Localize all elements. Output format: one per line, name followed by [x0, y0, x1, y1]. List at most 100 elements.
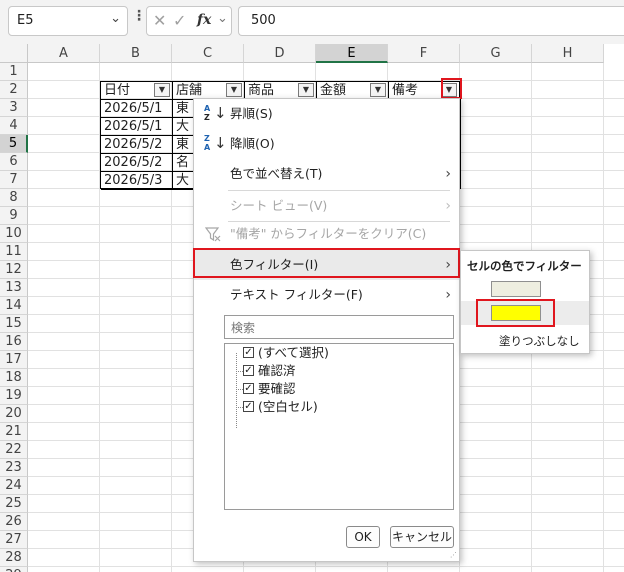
row-header[interactable]: 17 — [0, 351, 28, 369]
row-header[interactable]: 26 — [0, 513, 28, 531]
tree-line — [236, 371, 243, 372]
table-cell-store[interactable]: 東 — [173, 100, 195, 118]
row-header[interactable]: 12 — [0, 261, 28, 279]
column-header[interactable]: C — [172, 44, 244, 63]
row-header[interactable]: 28 — [0, 549, 28, 567]
table-cell-date[interactable]: 2026/5/2 — [101, 136, 173, 154]
filter-dropdown-icon[interactable]: ▼ — [226, 83, 242, 97]
filter-menu: A Z ↓ 昇順(S) Z A ↓ 降順(O) 色で並べ替え(T) › シート … — [193, 98, 460, 562]
select-all-corner[interactable] — [0, 44, 28, 63]
row-header[interactable]: 19 — [0, 387, 28, 405]
row-header[interactable]: 21 — [0, 423, 28, 441]
table-header-label: 日付 — [104, 83, 131, 98]
table-cell-date[interactable]: 2026/5/1 — [101, 118, 173, 136]
cancel-button[interactable]: キャンセル — [390, 526, 454, 548]
sort-icon-letter: A — [204, 104, 211, 113]
column-header[interactable]: D — [244, 44, 316, 63]
checkbox-checked-icon[interactable]: ✓ — [243, 347, 254, 358]
row-header[interactable]: 5 — [0, 135, 28, 153]
row-header[interactable]: 8 — [0, 189, 28, 207]
row-header[interactable]: 1 — [0, 63, 28, 81]
no-fill-option[interactable]: 塗りつぶしなし — [499, 333, 580, 349]
clear-filter-icon — [205, 227, 221, 242]
sheet-view-item[interactable]: シート ビュー(V) › — [194, 191, 459, 221]
chevron-right-icon: › — [445, 198, 451, 214]
column-header[interactable]: B — [100, 44, 172, 63]
sheet-view-label: シート ビュー(V) — [230, 198, 328, 213]
highlight-filter-button — [441, 78, 462, 99]
table-cell-date[interactable]: 2026/5/3 — [101, 172, 173, 190]
cancel-icon[interactable]: ✕ — [153, 11, 166, 30]
row-header[interactable]: 23 — [0, 459, 28, 477]
more-options-icon[interactable]: ⋮ — [132, 8, 146, 24]
row-header[interactable]: 3 — [0, 99, 28, 117]
sort-by-color-item[interactable]: 色で並べ替え(T) › — [194, 159, 459, 189]
filter-search-input[interactable]: 検索 — [224, 315, 454, 339]
row-header[interactable]: 22 — [0, 441, 28, 459]
row-header[interactable]: 25 — [0, 495, 28, 513]
resize-grip-icon[interactable]: ⋰ — [450, 551, 457, 559]
formula-value: 500 — [251, 13, 276, 28]
column-header[interactable]: F — [388, 44, 460, 63]
filter-dropdown-icon[interactable]: ▼ — [370, 83, 386, 97]
row-header[interactable]: 2 — [0, 81, 28, 99]
sort-icon-arrow: ↓ — [214, 134, 227, 152]
row-header[interactable]: 9 — [0, 207, 28, 225]
row-header[interactable]: 6 — [0, 153, 28, 171]
table-cell-store[interactable]: 大 — [173, 172, 195, 190]
text-filter-item[interactable]: テキスト フィルター(F) › — [194, 280, 459, 310]
enter-icon[interactable]: ✓ — [173, 11, 186, 30]
sort-descending-label: 降順(O) — [230, 136, 275, 151]
name-box[interactable]: E5 ⌄ — [8, 6, 128, 36]
row-header[interactable]: 10 — [0, 225, 28, 243]
row-header[interactable]: 11 — [0, 243, 28, 261]
filter-item-label: (空白セル) — [258, 399, 318, 414]
highlight-color-filter — [193, 248, 460, 278]
row-header[interactable]: 29 — [0, 567, 28, 572]
row-header[interactable]: 14 — [0, 297, 28, 315]
row-header[interactable]: 20 — [0, 405, 28, 423]
column-header[interactable]: E — [316, 44, 388, 63]
color-swatch-beige[interactable] — [491, 281, 541, 297]
row-header[interactable]: 27 — [0, 531, 28, 549]
table-header-label: 備考 — [392, 83, 419, 98]
tree-line — [236, 407, 243, 408]
insert-function-icon[interactable]: fx — [197, 12, 211, 28]
clear-filter-item[interactable]: "備考" からフィルターをクリア(C) — [194, 219, 459, 249]
chevron-right-icon: › — [445, 166, 451, 182]
column-header[interactable]: H — [532, 44, 604, 63]
formula-input[interactable]: 500 — [238, 6, 624, 36]
chevron-down-icon[interactable]: ⌄ — [217, 11, 228, 26]
clear-filter-label: "備考" からフィルターをクリア(C) — [230, 226, 427, 241]
checkbox-checked-icon[interactable]: ✓ — [243, 365, 254, 376]
name-box-value: E5 — [17, 13, 34, 28]
ok-button[interactable]: OK — [346, 526, 380, 548]
chevron-down-icon[interactable]: ⌄ — [110, 11, 121, 26]
table-cell-store[interactable]: 大 — [173, 118, 195, 136]
checkbox-checked-icon[interactable]: ✓ — [243, 383, 254, 394]
sort-descending-item[interactable]: Z A ↓ 降順(O) — [194, 129, 459, 159]
table-cell-store[interactable]: 名 — [173, 154, 195, 172]
sort-ascending-label: 昇順(S) — [230, 106, 273, 121]
table-cell-date[interactable]: 2026/5/2 — [101, 154, 173, 172]
tree-line — [236, 353, 237, 428]
row-header[interactable]: 24 — [0, 477, 28, 495]
row-header[interactable]: 16 — [0, 333, 28, 351]
checkbox-checked-icon[interactable]: ✓ — [243, 401, 254, 412]
sort-ascending-item[interactable]: A Z ↓ 昇順(S) — [194, 99, 459, 129]
row-header[interactable]: 18 — [0, 369, 28, 387]
filter-dropdown-icon[interactable]: ▼ — [154, 83, 170, 97]
filter-dropdown-icon[interactable]: ▼ — [298, 83, 314, 97]
table-cell-date[interactable]: 2026/5/1 — [101, 100, 173, 118]
row-header[interactable]: 7 — [0, 171, 28, 189]
column-header[interactable]: G — [460, 44, 532, 63]
sort-icon-letter: Z — [204, 113, 210, 122]
row-header[interactable]: 4 — [0, 117, 28, 135]
filter-values-list[interactable]: ✓ (すべて選択) ✓ 確認済 ✓ 要確認 ✓ (空白セル) — [224, 343, 454, 510]
filter-item-label: 要確認 — [258, 381, 296, 396]
table-header-label: 金額 — [320, 83, 347, 98]
column-header[interactable]: A — [28, 44, 100, 63]
row-header[interactable]: 13 — [0, 279, 28, 297]
table-cell-store[interactable]: 東 — [173, 136, 195, 154]
row-header[interactable]: 15 — [0, 315, 28, 333]
